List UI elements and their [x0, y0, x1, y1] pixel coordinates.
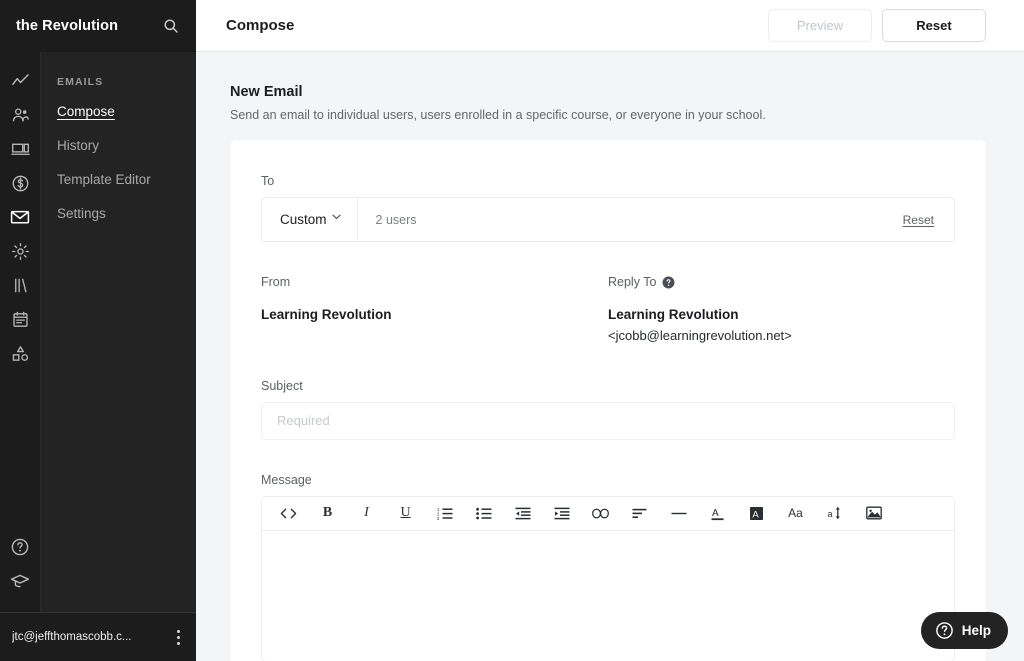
kebab-menu-icon[interactable]: [171, 626, 186, 649]
user-email[interactable]: jtc@jeffthomascobb.c...: [12, 631, 132, 643]
reply-to-label: Reply To: [608, 275, 657, 289]
ordered-list-icon[interactable]: 1 2 3: [426, 498, 463, 528]
mail-icon[interactable]: [0, 200, 41, 234]
people-icon[interactable]: [0, 98, 41, 132]
subject-field-group: Subject: [261, 379, 955, 440]
to-reset-link[interactable]: Reset: [903, 213, 954, 227]
message-label: Message: [261, 472, 312, 487]
to-field-box: Custom 2 users Reset: [261, 197, 955, 242]
subject-input[interactable]: [261, 401, 955, 440]
text-color-icon[interactable]: A: [699, 498, 736, 528]
image-icon[interactable]: [855, 498, 892, 528]
to-label: To: [261, 174, 275, 188]
shapes-icon[interactable]: [0, 336, 41, 370]
sidebar: the Revolution EMAILS Compose History Te…: [0, 0, 196, 661]
sidebar-item-template-editor[interactable]: Template Editor: [57, 172, 151, 187]
sidebar-item-history[interactable]: History: [57, 138, 99, 153]
content-scroll: New Email Send an email to individual us…: [196, 52, 1024, 661]
svg-text:3: 3: [437, 516, 440, 520]
reset-button[interactable]: Reset: [882, 9, 986, 42]
submenu-section-title: EMAILS: [57, 76, 104, 88]
gear-icon[interactable]: [0, 234, 41, 268]
message-field-group: Message B I U 1 2 3 A A Aa a: [261, 473, 955, 661]
outdent-icon[interactable]: [504, 498, 541, 528]
submenu-panel: EMAILS Compose History Template Editor S…: [41, 52, 196, 612]
from-value: Learning Revolution: [261, 307, 392, 322]
help-button-label: Help: [961, 623, 991, 638]
background-color-icon[interactable]: A: [738, 498, 775, 528]
new-email-heading: New Email: [230, 84, 303, 100]
main-area: Compose Preview Reset New Email Send an …: [196, 0, 1024, 661]
page-title: Compose: [226, 17, 295, 34]
underline-icon[interactable]: U: [387, 498, 424, 528]
rail-bottom-icons: [0, 530, 41, 612]
top-bar-actions: Preview Reset: [768, 9, 986, 42]
graduation-cap-icon[interactable]: [0, 564, 41, 598]
sidebar-item-settings[interactable]: Settings: [57, 206, 106, 221]
compose-card: To Custom 2 users Reset From Learning Re…: [230, 140, 986, 661]
italic-icon[interactable]: I: [348, 498, 385, 528]
sidebar-item-compose[interactable]: Compose: [57, 104, 115, 119]
font-family-icon[interactable]: Aa: [777, 498, 814, 528]
search-icon[interactable]: [160, 15, 182, 37]
sidebar-footer: jtc@jeffthomascobb.c...: [0, 612, 196, 661]
from-replyto-row: From Learning Revolution Reply To Learni…: [261, 275, 955, 343]
svg-text:A: A: [712, 508, 719, 519]
chevron-down-icon: [331, 214, 341, 220]
from-label: From: [261, 275, 291, 289]
svg-text:A: A: [752, 509, 759, 520]
indent-icon[interactable]: [543, 498, 580, 528]
subject-label: Subject: [261, 378, 303, 393]
sidebar-body: EMAILS Compose History Template Editor S…: [0, 52, 196, 612]
money-icon[interactable]: [0, 166, 41, 200]
link-icon[interactable]: [582, 498, 619, 528]
to-audience-value: Custom: [280, 212, 327, 227]
font-size-icon[interactable]: a: [816, 498, 853, 528]
app-root: the Revolution EMAILS Compose History Te…: [0, 0, 1024, 661]
content-inner: New Email Send an email to individual us…: [196, 84, 1024, 661]
help-circle-icon[interactable]: [662, 276, 675, 289]
preview-button[interactable]: Preview: [768, 9, 872, 42]
reply-to-email: <jcobb@learningrevolution.net>: [608, 327, 792, 343]
bold-icon[interactable]: B: [309, 498, 346, 528]
help-button[interactable]: Help: [920, 612, 1008, 649]
to-audience-select[interactable]: Custom: [262, 197, 358, 242]
svg-text:a: a: [828, 509, 833, 519]
help-circle-icon[interactable]: [0, 530, 41, 564]
brand-title: the Revolution: [16, 18, 119, 34]
unordered-list-icon[interactable]: [465, 498, 502, 528]
help-circle-icon: [935, 621, 954, 640]
message-editor-body[interactable]: [262, 531, 954, 661]
to-recipients-count: 2 users: [375, 212, 417, 227]
horizontal-rule-icon[interactable]: [660, 498, 697, 528]
editor-toolbar: B I U 1 2 3 A A Aa a: [262, 497, 954, 531]
books-icon[interactable]: [0, 268, 41, 302]
top-bar: Compose Preview Reset: [196, 0, 1024, 52]
devices-icon[interactable]: [0, 132, 41, 166]
icon-rail: [0, 52, 41, 612]
reply-to-value: Learning Revolution: [608, 307, 739, 322]
calendar-icon[interactable]: [0, 302, 41, 336]
align-left-icon[interactable]: [621, 498, 658, 528]
from-column: From Learning Revolution: [261, 275, 608, 343]
reply-to-label-row: Reply To: [608, 275, 955, 289]
sidebar-header: the Revolution: [0, 0, 196, 52]
analytics-icon[interactable]: [0, 64, 41, 98]
code-icon[interactable]: [270, 498, 307, 528]
message-editor: B I U 1 2 3 A A Aa a: [261, 495, 955, 661]
reply-to-column: Reply To Learning Revolution <jcobb@lear…: [608, 275, 955, 343]
new-email-description: Send an email to individual users, users…: [230, 108, 766, 122]
